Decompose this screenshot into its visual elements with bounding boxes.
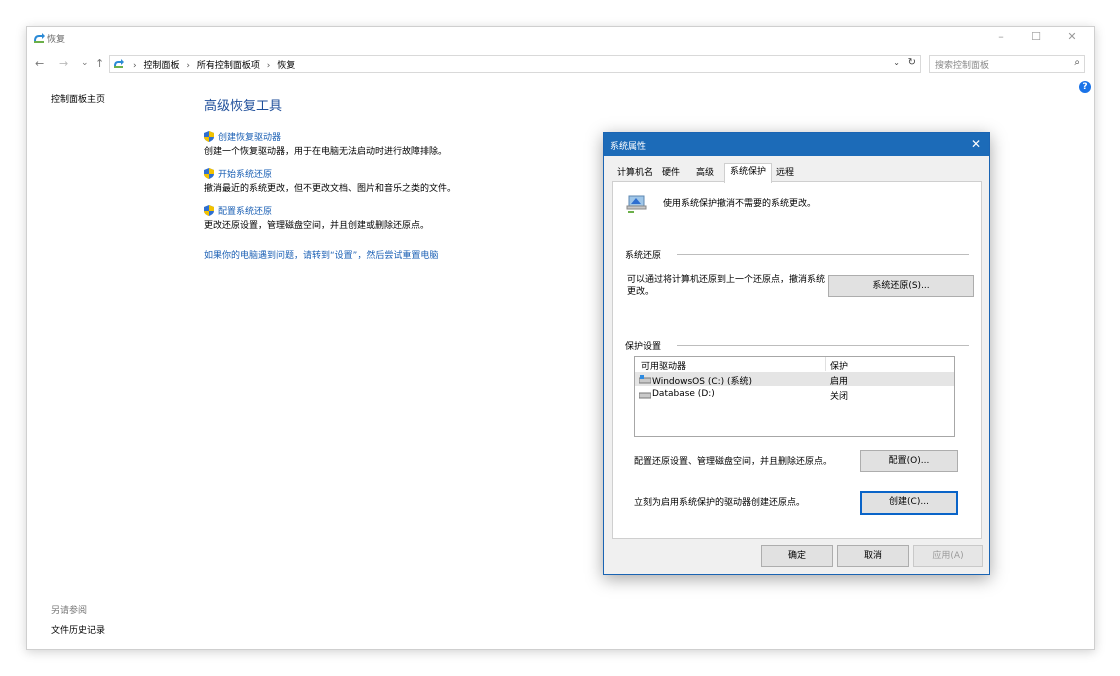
search-box[interactable]: 搜索控制面板 ⌕: [929, 55, 1085, 73]
tab-system-protection[interactable]: 系统保护: [724, 163, 772, 183]
tab-computer-name[interactable]: 计算机名: [614, 165, 656, 181]
open-system-restore-link[interactable]: 开始系统还原: [204, 167, 456, 180]
open-system-restore-label: 开始系统还原: [218, 170, 273, 180]
tab-advanced[interactable]: 高级: [692, 165, 718, 181]
group-divider: [677, 254, 969, 255]
tab-hardware[interactable]: 硬件: [658, 165, 684, 181]
control-panel-home-link[interactable]: 控制面板主页: [51, 92, 105, 105]
minimize-button[interactable]: –: [989, 30, 1013, 46]
configure-system-restore-link[interactable]: 配置系统还原: [204, 204, 429, 217]
create-recovery-drive-label: 创建恢复驱动器: [218, 133, 282, 143]
maximize-button[interactable]: ☐: [1024, 30, 1048, 46]
breadcrumb-all-items[interactable]: 所有控制面板项: [197, 61, 260, 71]
configure-system-restore-item: 配置系统还原 更改还原设置，管理磁盘空间，并且创建或删除还原点。: [204, 204, 429, 231]
title-bar: 恢复 – ☐ ✕: [27, 27, 1094, 49]
breadcrumb-separator: ›: [186, 61, 190, 71]
breadcrumb: › 控制面板 › 所有控制面板项 › 恢复: [129, 58, 295, 71]
breadcrumb-separator: ›: [266, 61, 271, 71]
create-recovery-drive-desc: 创建一个恢复驱动器，用于在电脑无法启动时进行故障排除。: [204, 147, 448, 157]
close-button[interactable]: ✕: [1060, 30, 1084, 46]
ok-button[interactable]: 确定: [761, 545, 833, 567]
group-divider: [677, 345, 969, 346]
open-system-restore-desc: 撤消最近的系统更改，但不更改文档、图片和音乐之类的文件。: [204, 184, 457, 194]
column-header-protection[interactable]: 保护: [830, 359, 848, 372]
apply-button[interactable]: 应用(A): [913, 545, 983, 567]
file-history-link[interactable]: 文件历史记录: [51, 623, 105, 636]
help-icon[interactable]: ?: [1079, 81, 1091, 93]
column-header-drives[interactable]: 可用驱动器: [641, 359, 686, 372]
system-protection-icon: [626, 195, 647, 213]
breadcrumb-control-panel[interactable]: 控制面板: [143, 61, 179, 71]
create-desc: 立刻为启用系统保护的驱动器创建还原点。: [634, 498, 806, 508]
create-recovery-drive-link[interactable]: 创建恢复驱动器: [204, 130, 447, 143]
recent-locations-button[interactable]: ⌄: [81, 58, 89, 68]
system-drive-icon: [639, 375, 651, 384]
configure-system-restore-desc: 更改还原设置，管理磁盘空间，并且创建或删除还原点。: [204, 221, 430, 231]
create-recovery-drive-item: 创建恢复驱动器 创建一个恢复驱动器，用于在电脑无法启动时进行故障排除。: [204, 130, 447, 157]
drive-list[interactable]: 可用驱动器 保护 WindowsOS (C:) (系统) 启用 Database…: [634, 356, 955, 437]
system-restore-desc: 可以通过将计算机还原到上一个还原点，撤消系统更改。: [627, 275, 826, 297]
open-system-restore-item: 开始系统还原 撤消最近的系统更改，但不更改文档、图片和音乐之类的文件。: [204, 167, 456, 194]
hard-drive-icon: [639, 392, 651, 399]
uac-shield-icon: [204, 168, 214, 179]
drive-name: WindowsOS (C:) (系统): [652, 377, 753, 387]
configure-button[interactable]: 配置(O)...: [860, 450, 958, 472]
search-placeholder: 搜索控制面板: [935, 61, 990, 71]
system-restore-button[interactable]: 系统还原(S)...: [828, 275, 974, 297]
tab-remote[interactable]: 远程: [772, 165, 798, 181]
drive-row[interactable]: Database (D:) 关闭: [635, 387, 954, 402]
address-row: ← → ⌄ ↑ › 控制面板 › 所有控制面板项 › 恢复 ⌄ ↻ 搜索控制面板…: [27, 53, 1094, 75]
recovery-app-icon: [34, 33, 45, 43]
uac-shield-icon: [204, 131, 214, 142]
drive-name: Database (D:): [652, 389, 715, 399]
window-title: 恢复: [47, 35, 66, 45]
refresh-icon[interactable]: ↻: [908, 57, 916, 68]
page-title: 高级恢复工具: [204, 99, 283, 114]
address-dropdown-icon[interactable]: ⌄: [893, 58, 900, 67]
reset-pc-link[interactable]: 如果你的电脑遇到问题，请转到“设置”，然后尝试重置电脑: [204, 248, 438, 261]
system-properties-dialog: 系统属性 ✕ 计算机名 硬件 高级 系统保护 远程 使用系统保护撤消不需要的系统…: [603, 132, 990, 575]
drive-protection-status: 启用: [830, 377, 849, 387]
drive-protection-status: 关闭: [830, 392, 849, 402]
column-divider[interactable]: [825, 357, 826, 371]
dialog-title-bar: 系统属性 ✕: [604, 133, 989, 156]
protection-settings-group-label: 保护设置: [625, 342, 662, 352]
up-button[interactable]: ↑: [95, 57, 104, 70]
drive-list-header: 可用驱动器 保护: [635, 357, 954, 372]
address-bar[interactable]: › 控制面板 › 所有控制面板项 › 恢复 ⌄ ↻: [109, 55, 921, 73]
breadcrumb-separator: ›: [133, 61, 137, 71]
configure-desc: 配置还原设置、管理磁盘空间，并且删除还原点。: [634, 457, 833, 467]
breadcrumb-recovery[interactable]: 恢复: [277, 61, 295, 71]
dialog-title: 系统属性: [610, 142, 647, 152]
system-restore-group-label: 系统还原: [625, 251, 662, 261]
system-protection-intro: 使用系统保护撤消不需要的系统更改。: [663, 199, 817, 209]
configure-system-restore-label: 配置系统还原: [218, 207, 273, 217]
uac-shield-icon: [204, 205, 214, 216]
back-button[interactable]: ←: [35, 57, 44, 70]
cancel-button[interactable]: 取消: [837, 545, 909, 567]
create-button[interactable]: 创建(C)...: [860, 491, 958, 515]
control-panel-icon: [114, 59, 124, 68]
forward-button[interactable]: →: [59, 57, 68, 70]
drive-row[interactable]: WindowsOS (C:) (系统) 启用: [635, 372, 954, 387]
dialog-close-icon[interactable]: ✕: [971, 137, 981, 151]
see-also-label: 另请参阅: [51, 606, 88, 616]
search-icon[interactable]: ⌕: [1074, 57, 1080, 68]
system-protection-panel: 使用系统保护撤消不需要的系统更改。 系统还原 可以通过将计算机还原到上一个还原点…: [612, 181, 982, 539]
